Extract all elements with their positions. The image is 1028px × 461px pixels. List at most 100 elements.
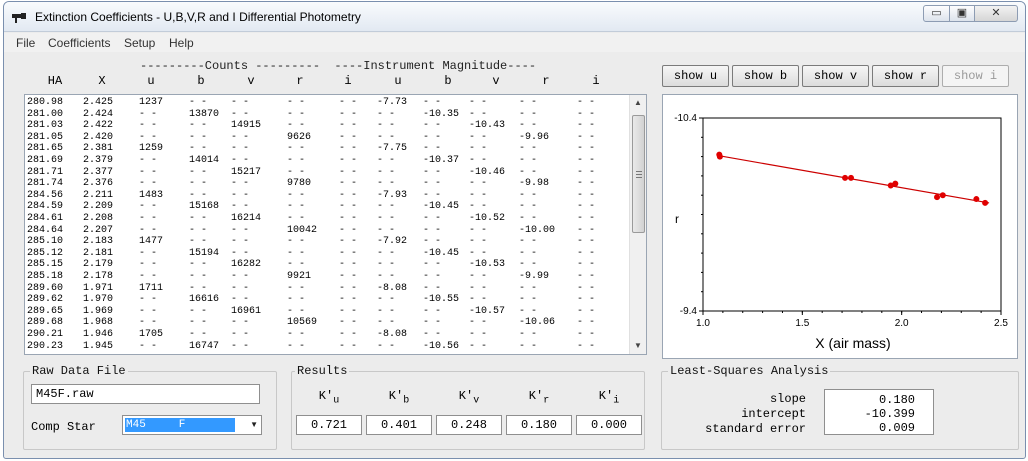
cell-count-b: - -: [189, 259, 208, 271]
cell-count-b: 15194: [189, 247, 220, 259]
table-row[interactable]: 285.10 2.183 1477 - - - - - - - - -7.92 - - - - - …: [25, 236, 628, 248]
show-b-button[interactable]: show b: [732, 65, 799, 87]
table-row[interactable]: 285.15 2.179 - - - - 16282 - - - - - - - - -10.53…: [25, 259, 628, 271]
cell-x: 2.422: [83, 120, 114, 132]
cell-mag-b: - -: [423, 271, 442, 282]
cell-mag-r: - -: [519, 305, 538, 317]
cell-mag-u: -8.08: [377, 329, 408, 340]
scroll-thumb[interactable]: [632, 115, 645, 233]
cell-mag-v: - -: [469, 271, 488, 282]
show-i-button[interactable]: show i: [942, 65, 1009, 87]
cell-mag-u: - -: [377, 131, 396, 143]
table-row[interactable]: 289.60 1.971 1711 - - - - - - - - -8.08 - - - - - …: [25, 283, 628, 295]
table-row[interactable]: 284.59 2.209 - - 15168 - - - - - - - - -10.45 - -…: [25, 201, 628, 213]
close-button[interactable]: ✕: [974, 5, 1018, 22]
cell-count-b: - -: [189, 224, 208, 236]
cell-mag-i: - -: [577, 305, 596, 317]
comp-star-value: M45 F: [125, 418, 235, 432]
scroll-up-icon[interactable]: ▲: [630, 95, 646, 111]
cell-mag-v: -10.57: [469, 305, 506, 317]
col-header-x: X: [98, 74, 106, 88]
cell-mag-b: -10.35: [423, 108, 460, 120]
data-listbox[interactable]: 280.98 2.425 1237 - - - - - - - - -7.73 - - - - - …: [24, 94, 647, 355]
table-row[interactable]: 281.74 2.376 - - - - - - 9780 - - - - - - - - -9.9…: [25, 178, 628, 190]
cell-mag-b: -10.45: [423, 201, 460, 213]
x-tick-label: 2.0: [895, 318, 909, 329]
cell-x: 2.425: [83, 97, 114, 108]
k-value-v: 0.248: [436, 415, 502, 435]
minimize-button[interactable]: ▭: [923, 5, 950, 22]
menu-file[interactable]: File: [16, 36, 35, 50]
cell-mag-u: - -: [377, 224, 396, 236]
show-r-button[interactable]: show r: [872, 65, 939, 87]
cell-count-i: - -: [339, 108, 358, 120]
slope-value: 0.180: [878, 393, 915, 407]
cell-count-v: - -: [231, 201, 250, 213]
table-row[interactable]: 290.21 1.946 1705 - - - - - - - - -8.08 - - - - - …: [25, 329, 628, 341]
cell-count-b: - -: [189, 143, 208, 155]
table-row[interactable]: 285.18 2.178 - - - - - - 9921 - - - - - - - - -9.9…: [25, 271, 628, 283]
col-header-mag-u: u: [394, 74, 402, 88]
table-row[interactable]: 280.98 2.425 1237 - - - - - - - - -7.73 - - - - - …: [25, 97, 628, 109]
comp-star-select[interactable]: M45 F ▼: [122, 415, 262, 435]
cell-mag-v: - -: [469, 282, 488, 294]
cell-mag-v: - -: [469, 224, 488, 236]
cell-count-v: - -: [231, 224, 250, 236]
menu-setup[interactable]: Setup: [124, 36, 155, 50]
table-row[interactable]: 281.65 2.381 1259 - - - - - - - - -7.75 - - - - - …: [25, 143, 628, 155]
cell-mag-b: - -: [423, 317, 442, 329]
table-row[interactable]: 281.00 2.424 - - 13870 - - - - - - - - -10.35 - -…: [25, 109, 628, 121]
table-row[interactable]: 285.12 2.181 - - 15194 - - - - - - - - -10.45 - -…: [25, 248, 628, 260]
table-row[interactable]: 289.62 1.970 - - 16616 - - - - - - - - -10.55 - -…: [25, 294, 628, 306]
cell-mag-i: - -: [577, 201, 596, 213]
cell-count-r: 9780: [287, 178, 312, 190]
scroll-down-icon[interactable]: ▼: [630, 338, 646, 354]
cell-x: 1.946: [83, 329, 114, 340]
cell-ha: 281.74: [27, 178, 64, 190]
window-title: Extinction Coefficients - U,B,V,R and I …: [35, 10, 361, 24]
table-row[interactable]: 281.03 2.422 - - - - 14915 - - - - - - - - -10.43…: [25, 120, 628, 132]
cell-mag-v: -10.52: [469, 213, 506, 224]
menu-coefficients[interactable]: Coefficients: [48, 36, 110, 50]
cell-mag-b: - -: [423, 178, 442, 190]
cell-mag-b: - -: [423, 213, 442, 224]
cell-x: 1.969: [83, 305, 114, 317]
table-row[interactable]: 289.65 1.969 - - - - 16961 - - - - - - - - -10.57…: [25, 306, 628, 318]
cell-mag-i: - -: [577, 317, 596, 329]
table-row[interactable]: 284.61 2.208 - - - - 16214 - - - - - - - - -10.52…: [25, 213, 628, 225]
table-row[interactable]: 281.05 2.420 - - - - - - 9626 - - - - - - - - -9.9…: [25, 132, 628, 144]
cell-ha: 281.65: [27, 143, 64, 155]
cell-count-u: - -: [139, 294, 158, 306]
cell-count-i: - -: [339, 305, 358, 317]
show-v-button[interactable]: show v: [802, 65, 869, 87]
cell-count-v: - -: [231, 236, 250, 248]
vertical-scrollbar[interactable]: ▲ ▼: [629, 95, 646, 354]
show-u-button[interactable]: show u: [662, 65, 729, 87]
plot-panel: 1.0 1.5 2.0 2.5 -10.4 -9.4 X (air mass) r: [662, 94, 1018, 359]
chevron-down-icon[interactable]: ▼: [250, 420, 258, 429]
table-row[interactable]: 281.71 2.377 - - - - 15217 - - - - - - - - -10.46…: [25, 167, 628, 179]
table-row[interactable]: 281.69 2.379 - - 14014 - - - - - - - - -10.37 - -…: [25, 155, 628, 167]
menu-help[interactable]: Help: [169, 36, 194, 50]
standard-error-label: standard error: [705, 422, 806, 436]
cell-x: 1.945: [83, 340, 114, 352]
cell-x: 1.970: [83, 294, 114, 306]
table-row[interactable]: 289.68 1.968 - - - - - - 10569 - - - - - - - - -10…: [25, 317, 628, 329]
maximize-button[interactable]: ▣: [949, 5, 975, 22]
table-row[interactable]: 284.64 2.207 - - - - - - 10042 - - - - - - - - -10…: [25, 225, 628, 237]
cell-count-r: 10569: [287, 317, 318, 329]
raw-file-input[interactable]: M45F.raw: [31, 384, 260, 404]
raw-data-group: [23, 371, 277, 450]
k-label-u: K'u: [318, 389, 340, 407]
standard-error-value: 0.009: [878, 421, 915, 435]
cell-mag-u: - -: [377, 108, 396, 120]
table-row[interactable]: 284.56 2.211 1483 - - - - - - - - -7.93 - - - - - …: [25, 190, 628, 202]
cell-x: 1.971: [83, 282, 114, 294]
intercept-label: intercept: [741, 407, 806, 421]
table-row[interactable]: 290.23 1.945 - - 16747 - - - - - - - - -10.56 - -…: [25, 341, 628, 353]
cell-count-v: - -: [231, 247, 250, 259]
cell-mag-i: - -: [577, 340, 596, 352]
cell-mag-u: -7.73: [377, 97, 408, 108]
cell-ha: 281.03: [27, 120, 64, 132]
cell-count-u: - -: [139, 224, 158, 236]
